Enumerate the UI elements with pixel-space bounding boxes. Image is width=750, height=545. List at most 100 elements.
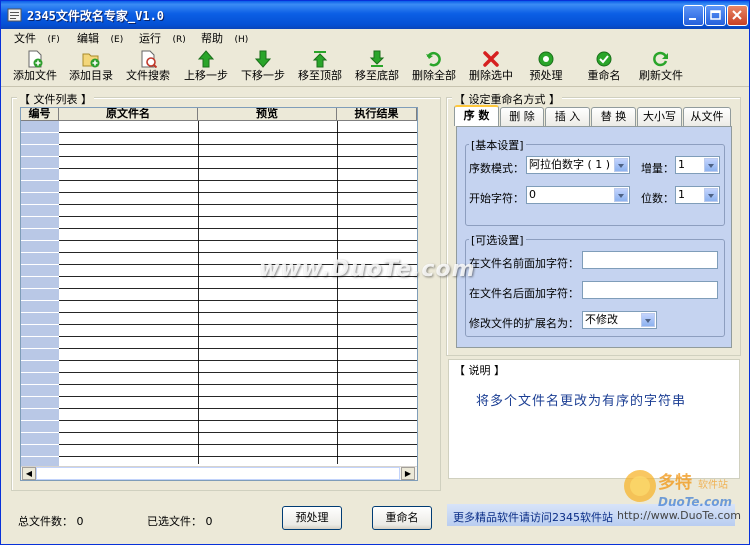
- app-icon: [7, 8, 22, 22]
- row-gridline: [59, 228, 417, 229]
- row-indicator-cell[interactable]: [21, 349, 59, 361]
- promo-text[interactable]: 更多精品软件请访问2345软件站: [453, 509, 613, 525]
- row-indicator-cell[interactable]: [21, 277, 59, 289]
- rename-button[interactable]: 重命名: [372, 506, 432, 530]
- row-gridline: [59, 168, 417, 169]
- move-top-button[interactable]: 移至顶部: [296, 50, 344, 84]
- tab-from-file[interactable]: 从文件: [683, 107, 731, 126]
- column-header-preview[interactable]: 预览: [198, 108, 337, 121]
- menu-edit[interactable]: 编辑 (E): [77, 30, 123, 46]
- row-indicator-cell[interactable]: [21, 373, 59, 385]
- maximize-icon: [710, 10, 721, 20]
- move-up-button[interactable]: 上移一步: [182, 50, 230, 84]
- horizontal-scroll-thumb[interactable]: [36, 467, 400, 480]
- chevron-down-icon[interactable]: [704, 188, 718, 202]
- window-title: 2345文件改名专家_V1.0: [27, 9, 165, 23]
- row-indicator-cell[interactable]: [21, 253, 59, 265]
- add-folder-button[interactable]: 添加目录: [67, 50, 115, 84]
- row-indicator-cell[interactable]: [21, 133, 59, 145]
- preprocess-icon: [538, 51, 554, 67]
- start-char-label: 开始字符：: [469, 192, 524, 205]
- add-file-button[interactable]: 添加文件: [11, 50, 59, 84]
- description-legend: 【 说明 】: [452, 362, 507, 378]
- delete-all-button[interactable]: 删除全部: [410, 50, 458, 84]
- row-indicator-cell[interactable]: [21, 337, 59, 349]
- row-indicator-cell[interactable]: [21, 397, 59, 409]
- row-indicator-cell[interactable]: [21, 289, 59, 301]
- increment-select[interactable]: 1: [675, 156, 720, 174]
- file-search-button[interactable]: 文件搜索: [124, 50, 172, 84]
- tab-delete[interactable]: 删 除: [500, 107, 544, 126]
- file-grid[interactable]: 编号 原文件名 预览 执行结果 ▲ ▼ ◀ ▶: [20, 107, 418, 481]
- vertical-scrollbar[interactable]: ▲ ▼: [417, 108, 418, 466]
- tab-sequence[interactable]: 序 数: [454, 105, 499, 126]
- chevron-down-icon[interactable]: [641, 313, 655, 327]
- menu-help[interactable]: 帮助 (H): [201, 30, 248, 46]
- row-indicator-cell[interactable]: [21, 313, 59, 325]
- minimize-button[interactable]: [683, 5, 704, 26]
- add-folder-icon: [82, 53, 100, 68]
- scroll-left-button[interactable]: ◀: [22, 467, 36, 480]
- row-indicator-cell[interactable]: [21, 301, 59, 313]
- row-indicator-cell[interactable]: [21, 361, 59, 373]
- row-indicator-cell[interactable]: [21, 169, 59, 181]
- menu-run[interactable]: 运行 (R): [139, 30, 186, 46]
- digits-select[interactable]: 1: [675, 186, 720, 204]
- delete-selected-button[interactable]: 删除选中: [467, 50, 515, 84]
- minimize-icon: [689, 18, 696, 20]
- row-indicator-cell[interactable]: [21, 193, 59, 205]
- row-indicator-cell[interactable]: [21, 241, 59, 253]
- chevron-down-icon[interactable]: [704, 158, 718, 172]
- extension-select[interactable]: 不修改: [582, 311, 657, 329]
- horizontal-scrollbar[interactable]: ◀ ▶: [21, 466, 417, 480]
- preprocess-toolbar-button[interactable]: 预处理: [526, 50, 566, 84]
- svg-text:DuoTe.com: DuoTe.com: [658, 495, 732, 509]
- row-indicator-cell[interactable]: [21, 181, 59, 193]
- start-char-select[interactable]: 0: [526, 186, 630, 204]
- row-indicator-cell[interactable]: [21, 433, 59, 445]
- row-indicator-cell[interactable]: [21, 121, 59, 133]
- column-header-original-name[interactable]: 原文件名: [59, 108, 198, 121]
- row-indicator-cell[interactable]: [21, 385, 59, 397]
- chevron-down-icon[interactable]: [614, 188, 628, 202]
- suffix-label: 在文件名后面加字符：: [469, 287, 579, 300]
- tab-case[interactable]: 大小写: [637, 107, 682, 126]
- seq-mode-select[interactable]: 阿拉伯数字 ( 1 ): [526, 156, 630, 174]
- menu-file[interactable]: 文件 (F): [14, 30, 60, 46]
- row-gridline: [59, 132, 417, 133]
- row-indicator-cell[interactable]: [21, 157, 59, 169]
- row-gridline: [59, 420, 417, 421]
- delete-selected-icon: [483, 51, 499, 67]
- column-header-result[interactable]: 执行结果: [337, 108, 417, 121]
- row-indicator-cell[interactable]: [21, 445, 59, 457]
- tab-insert[interactable]: 插 入: [545, 107, 590, 126]
- file-search-icon: [141, 50, 157, 68]
- row-indicator-cell[interactable]: [21, 145, 59, 157]
- row-indicator-cell[interactable]: [21, 409, 59, 421]
- maximize-button[interactable]: [705, 5, 726, 26]
- row-indicator-cell[interactable]: [21, 265, 59, 277]
- move-bottom-button[interactable]: 移至底部: [353, 50, 401, 84]
- rename-toolbar-label: 重命名: [587, 69, 621, 82]
- row-gridline: [59, 348, 417, 349]
- row-indicator-cell[interactable]: [21, 229, 59, 241]
- rename-toolbar-button[interactable]: 重命名: [584, 50, 624, 84]
- scroll-right-button[interactable]: ▶: [401, 467, 415, 480]
- suffix-input[interactable]: [582, 281, 718, 299]
- move-bottom-label: 移至底部: [355, 69, 399, 82]
- title-bar[interactable]: 2345文件改名专家_V1.0: [1, 1, 749, 29]
- row-indicator-cell[interactable]: [21, 325, 59, 337]
- tab-replace[interactable]: 替 换: [591, 107, 636, 126]
- row-indicator-cell[interactable]: [21, 205, 59, 217]
- preprocess-button[interactable]: 预处理: [282, 506, 342, 530]
- column-header-number[interactable]: 编号: [21, 108, 59, 121]
- prefix-input[interactable]: [582, 251, 718, 269]
- row-indicator-cell[interactable]: [21, 217, 59, 229]
- row-gridline: [59, 396, 417, 397]
- row-gridline: [59, 456, 417, 457]
- chevron-down-icon[interactable]: [614, 158, 628, 172]
- row-indicator-cell[interactable]: [21, 421, 59, 433]
- move-down-button[interactable]: 下移一步: [239, 50, 287, 84]
- close-button[interactable]: [727, 5, 748, 26]
- refresh-files-button[interactable]: 刷新文件: [637, 50, 685, 84]
